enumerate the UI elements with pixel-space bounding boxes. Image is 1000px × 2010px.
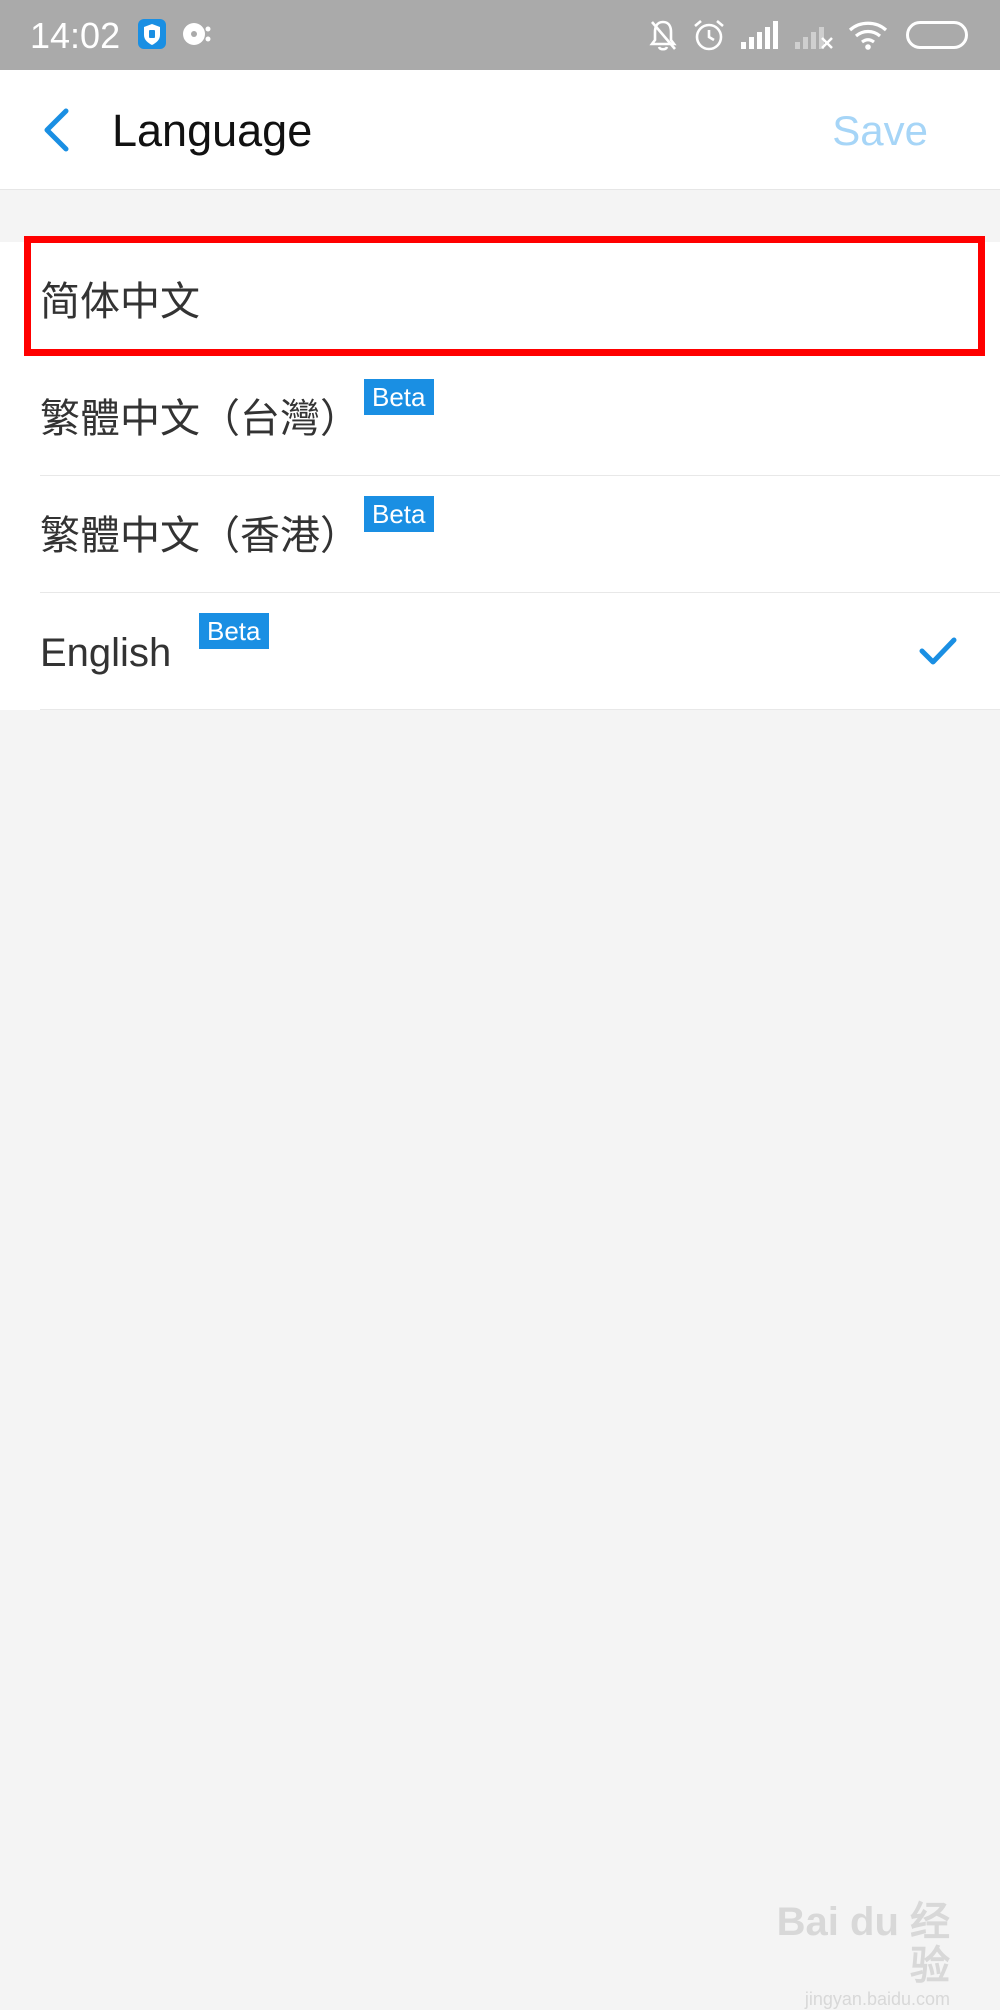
language-label: 简体中文 bbox=[40, 280, 200, 324]
chevron-left-icon bbox=[44, 108, 69, 152]
language-item-english[interactable]: English Beta bbox=[0, 593, 1000, 710]
language-label: 繁體中文（香港） bbox=[40, 514, 360, 558]
language-item-simplified-chinese[interactable]: 简体中文 bbox=[0, 242, 1000, 359]
battery-level: 64 bbox=[926, 24, 948, 45]
beta-badge: Beta bbox=[364, 379, 434, 415]
bell-muted-icon bbox=[649, 20, 677, 51]
language-item-traditional-chinese-hongkong[interactable]: 繁體中文（香港） Beta bbox=[0, 476, 1000, 593]
language-item-traditional-chinese-taiwan[interactable]: 繁體中文（台灣） Beta bbox=[0, 359, 1000, 476]
save-button[interactable]: Save bbox=[832, 104, 928, 158]
status-time: 14:02 bbox=[30, 15, 121, 56]
watermark-sub: jingyan.baidu.com bbox=[804, 1989, 950, 2009]
header-bar: Language Save bbox=[0, 70, 1000, 190]
wifi-icon bbox=[848, 21, 888, 50]
check-icon bbox=[919, 637, 957, 665]
battery-icon: 64 bbox=[906, 21, 968, 49]
language-label: 繁體中文（台灣） bbox=[40, 397, 360, 441]
beta-badge: Beta bbox=[199, 613, 269, 649]
disc-icon bbox=[183, 23, 211, 45]
signal-none-icon bbox=[795, 27, 833, 49]
watermark: Bai du 经验 jingyan.baidu.com bbox=[760, 1900, 950, 2010]
watermark-main: Bai du 经验 bbox=[776, 1900, 950, 1988]
language-list: 简体中文 繁體中文（台灣） Beta 繁體中文（香港） Beta English… bbox=[0, 242, 1000, 710]
status-icons: 64 bbox=[648, 17, 968, 53]
beta-badge: Beta bbox=[364, 496, 434, 532]
language-label: English bbox=[40, 631, 172, 675]
signal-icon bbox=[741, 21, 778, 49]
page-title: Language bbox=[112, 105, 313, 156]
status-bar: 14:02 64 bbox=[0, 0, 1000, 70]
back-button[interactable] bbox=[30, 100, 82, 160]
shield-app-icon bbox=[138, 19, 166, 49]
divider bbox=[40, 709, 1000, 710]
alarm-icon bbox=[694, 20, 724, 51]
